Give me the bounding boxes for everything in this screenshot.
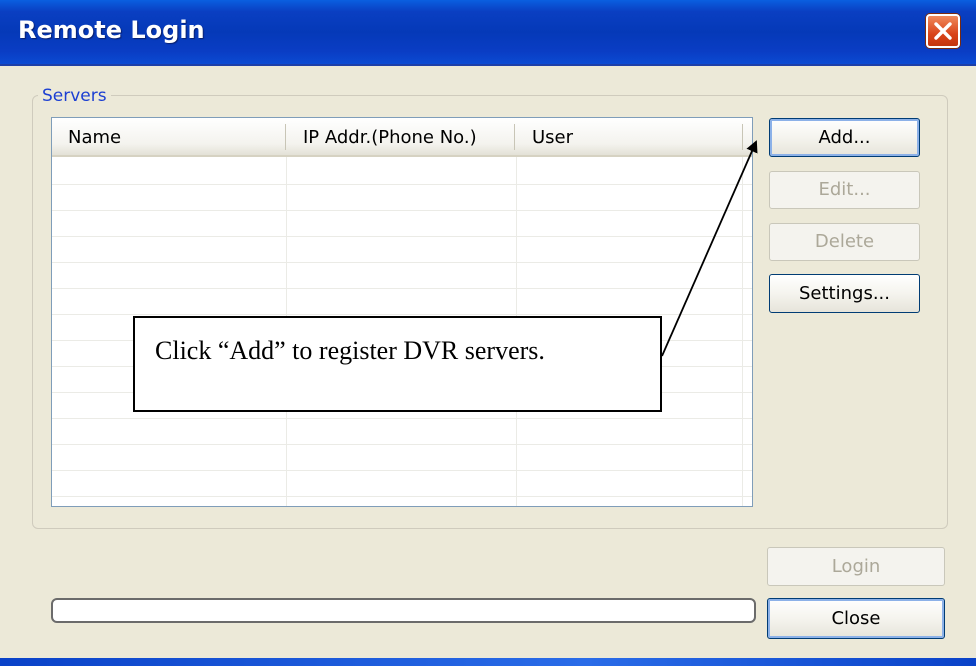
- list-row-divider: [52, 418, 752, 419]
- delete-button[interactable]: Delete: [769, 223, 920, 261]
- close-icon: [934, 22, 952, 40]
- title-bar[interactable]: Remote Login: [0, 0, 976, 66]
- list-column-divider: [742, 157, 743, 506]
- list-row-divider: [52, 210, 752, 211]
- column-separator[interactable]: [514, 124, 515, 150]
- remote-login-window: Remote Login Servers Name IP Addr.(Phone…: [0, 0, 976, 666]
- list-row-divider: [52, 444, 752, 445]
- list-row-divider: [52, 496, 752, 497]
- instruction-callout: Click “Add” to register DVR servers.: [133, 316, 662, 412]
- list-row-divider: [52, 470, 752, 471]
- edit-button[interactable]: Edit...: [769, 171, 920, 209]
- add-button[interactable]: Add...: [769, 118, 920, 157]
- close-window-button[interactable]: [926, 14, 960, 48]
- list-header: Name IP Addr.(Phone No.) User: [52, 118, 752, 157]
- list-row-divider: [52, 288, 752, 289]
- servers-list[interactable]: Name IP Addr.(Phone No.) User: [51, 117, 753, 507]
- column-header-user[interactable]: User: [532, 127, 573, 148]
- column-header-ip-addr[interactable]: IP Addr.(Phone No.): [303, 127, 477, 148]
- list-row-divider: [52, 314, 752, 315]
- progress-bar: [51, 598, 756, 623]
- column-separator[interactable]: [285, 124, 286, 150]
- settings-button[interactable]: Settings...: [769, 274, 920, 313]
- list-row-divider: [52, 236, 752, 237]
- window-title: Remote Login: [18, 16, 205, 44]
- list-row-divider: [52, 184, 752, 185]
- callout-text: Click “Add” to register DVR servers.: [155, 336, 545, 365]
- servers-legend: Servers: [38, 86, 111, 106]
- column-separator[interactable]: [742, 124, 743, 150]
- column-header-name[interactable]: Name: [68, 127, 121, 148]
- list-row-divider: [52, 262, 752, 263]
- close-button[interactable]: Close: [767, 598, 945, 639]
- login-button[interactable]: Login: [767, 547, 945, 586]
- taskbar-edge: [0, 658, 976, 666]
